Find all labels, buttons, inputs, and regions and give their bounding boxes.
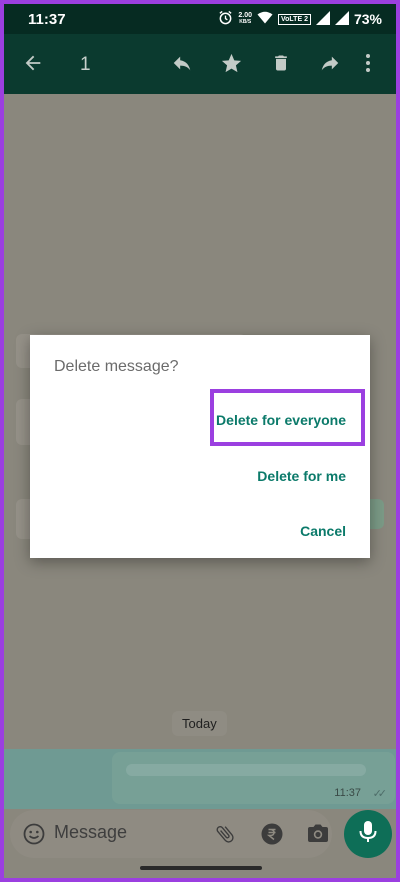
selection-action-bar: 1 xyxy=(4,34,396,94)
cancel-button[interactable]: Cancel xyxy=(300,523,346,539)
blurred-message-text xyxy=(126,764,366,776)
selected-outgoing-message[interactable]: 11:37 ✓✓ xyxy=(112,752,395,804)
status-bar: 11:37 2.00 KB/S VoLTE 2 73% xyxy=(4,4,396,34)
alarm-icon xyxy=(218,10,233,28)
net-speed-value: 2.00 xyxy=(238,12,252,19)
screen: 11:37 2.00 KB/S VoLTE 2 73% 1 Today 11:3… xyxy=(4,4,396,878)
star-icon[interactable] xyxy=(220,52,243,80)
status-time: 11:37 xyxy=(28,11,66,28)
net-speed-unit: KB/S xyxy=(239,19,252,25)
attach-icon[interactable] xyxy=(214,822,236,851)
message-time: 11:37 xyxy=(334,787,361,799)
emoji-icon[interactable] xyxy=(22,822,46,851)
signal-icon xyxy=(315,10,330,28)
message-composer xyxy=(10,810,332,858)
delete-icon[interactable] xyxy=(271,52,291,79)
delete-for-everyone-button[interactable]: Delete for everyone xyxy=(216,412,346,428)
dialog-title: Delete message? xyxy=(54,358,179,375)
volte-badge: VoLTE 2 xyxy=(278,13,311,25)
mic-icon xyxy=(358,820,378,849)
more-vert-icon[interactable] xyxy=(365,52,371,79)
signal-icon-2 xyxy=(334,10,349,28)
message-input[interactable] xyxy=(54,822,204,843)
rupee-icon[interactable] xyxy=(260,822,284,851)
net-speed: 2.00 KB/S xyxy=(238,12,252,26)
camera-icon[interactable] xyxy=(306,822,330,849)
battery-level: 73% xyxy=(353,11,382,27)
status-icons: 2.00 KB/S VoLTE 2 73% xyxy=(218,10,382,28)
read-ticks-icon: ✓✓ xyxy=(372,788,388,800)
delete-for-me-button[interactable]: Delete for me xyxy=(257,468,346,484)
wifi-icon xyxy=(257,11,273,27)
selected-count: 1 xyxy=(80,54,91,75)
forward-icon[interactable] xyxy=(318,52,342,79)
back-arrow-icon[interactable] xyxy=(22,52,44,79)
mic-button[interactable] xyxy=(344,810,392,858)
date-chip: Today xyxy=(172,711,227,736)
gesture-nav-handle[interactable] xyxy=(140,866,262,870)
reply-icon[interactable] xyxy=(170,52,194,79)
delete-message-dialog: Delete message? Delete for everyone Dele… xyxy=(30,335,370,558)
